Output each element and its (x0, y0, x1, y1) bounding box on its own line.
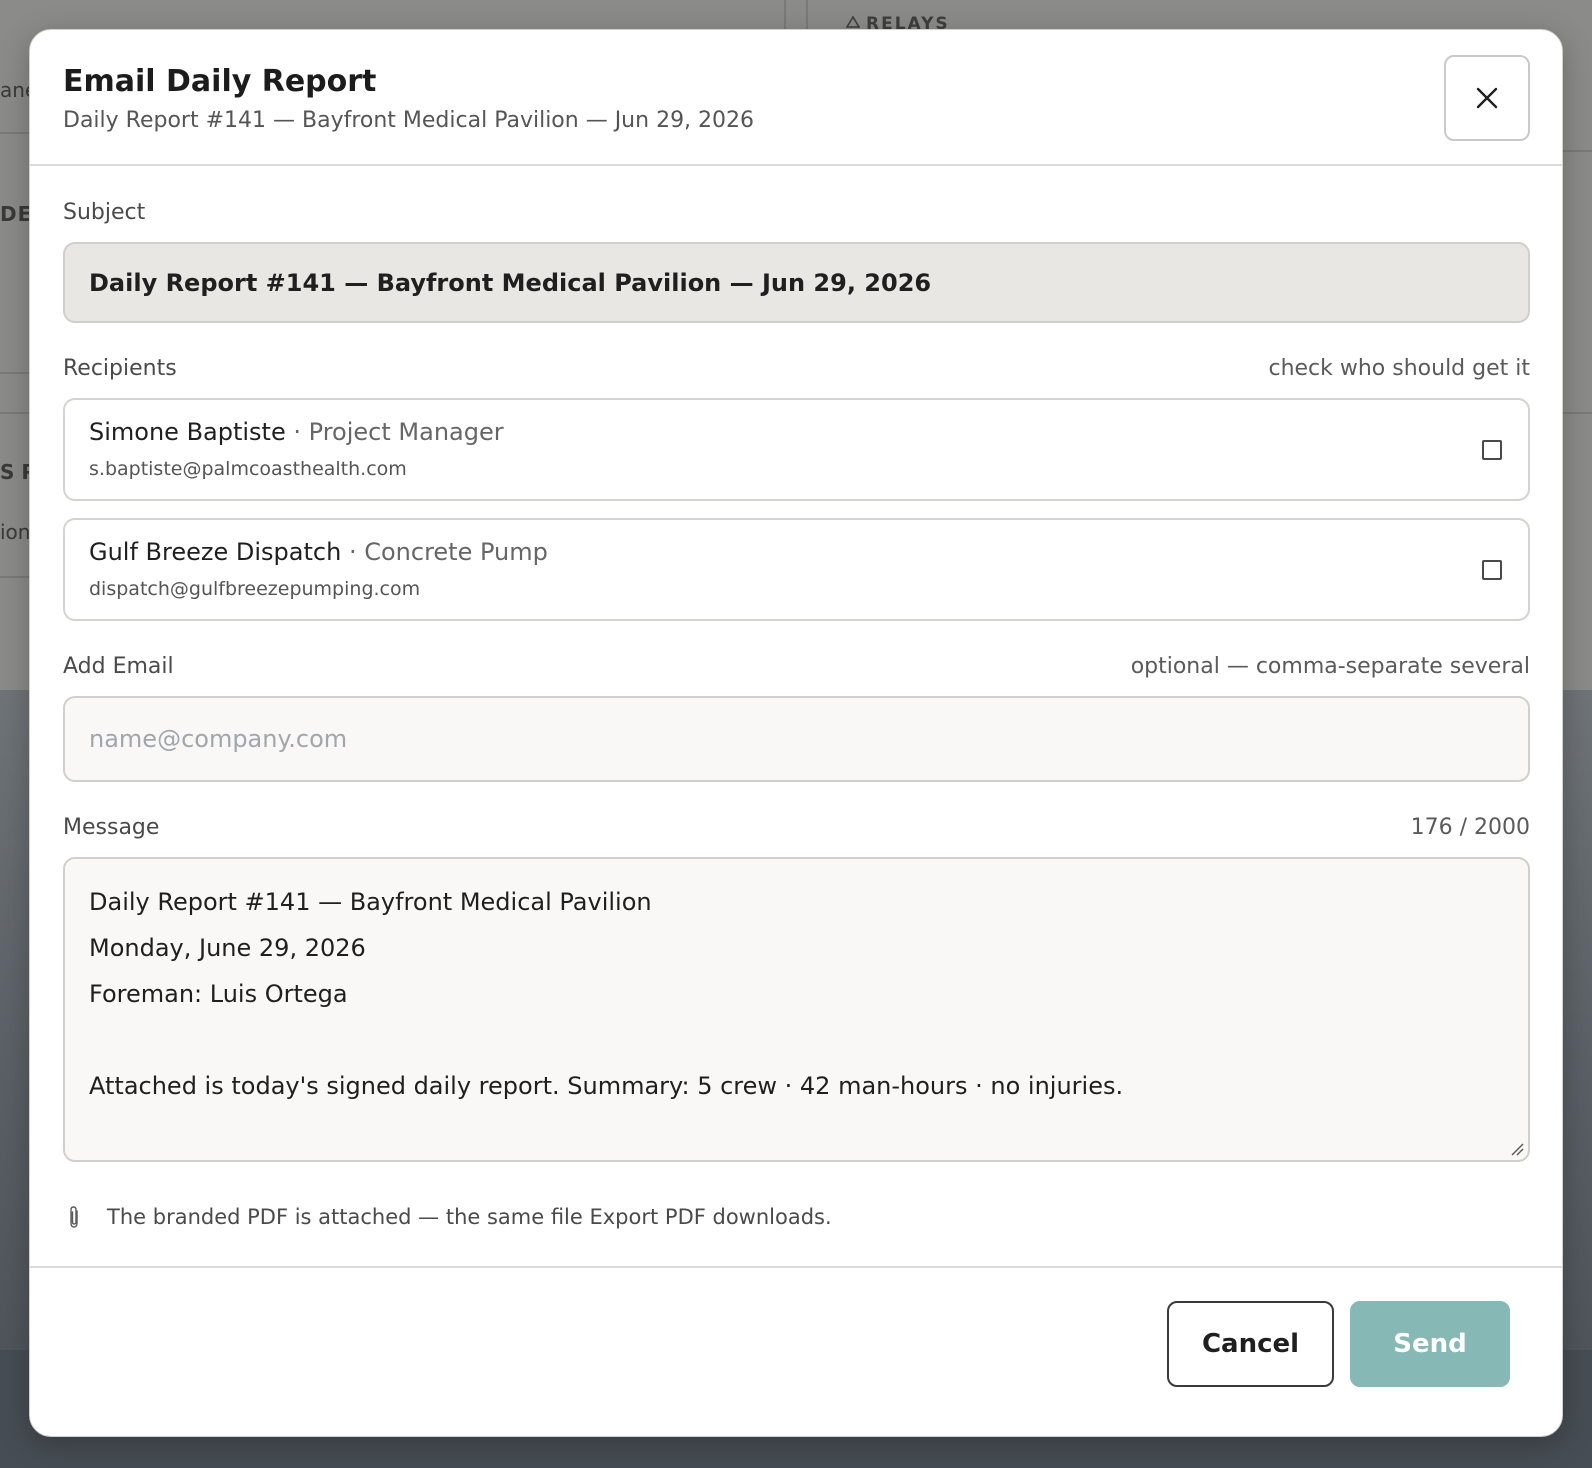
background-divider (0, 576, 30, 578)
recipient-email: dispatch@gulfbreezepumping.com (89, 578, 421, 600)
dialog-header: Email Daily Report Daily Report #141 — B… (30, 30, 1562, 166)
background-divider (0, 412, 30, 414)
paperclip-icon (70, 1206, 78, 1228)
attachment-note-text: The branded PDF is attached — the same f… (107, 1205, 832, 1229)
message-counter: 176 / 2000 (1410, 815, 1530, 840)
subject-field[interactable]: Daily Report #141 — Bayfront Medical Pav… (63, 242, 1530, 323)
recipient-heading: Gulf Breeze Dispatch · Concrete Pump (89, 538, 548, 566)
recipients-label: Recipients (63, 356, 177, 381)
dialog-subtitle: Daily Report #141 — Bayfront Medical Pav… (63, 108, 755, 133)
message-line (89, 1017, 1504, 1063)
send-button[interactable]: Send (1350, 1301, 1510, 1387)
background-divider (0, 372, 30, 374)
recipients-hint: check who should get it (1268, 356, 1530, 381)
dialog-footer: Cancel Send (30, 1266, 1562, 1436)
message-line: Monday, June 29, 2026 (89, 934, 366, 962)
cancel-button[interactable]: Cancel (1167, 1301, 1334, 1387)
attachment-note: The branded PDF is attached — the same f… (63, 1204, 832, 1230)
close-button[interactable] (1444, 55, 1530, 141)
background-divider (806, 0, 808, 30)
background-text: ion (0, 520, 31, 544)
recipient-role: Concrete Pump (364, 538, 548, 566)
dialog-title: Email Daily Report (63, 64, 377, 99)
message-label: Message (63, 815, 160, 840)
add-email-label: Add Email (63, 654, 174, 679)
recipient-separator: · (348, 538, 357, 566)
background-divider (0, 132, 30, 134)
recipient-checkbox[interactable] (1482, 560, 1502, 580)
background-divider (784, 0, 786, 30)
add-email-input[interactable] (63, 696, 1530, 782)
subject-label: Subject (63, 200, 146, 225)
recipient-separator: · (293, 418, 302, 446)
warning-icon (846, 16, 860, 28)
recipient-role: Project Manager (308, 418, 504, 446)
message-line: Attached is today's signed daily report.… (89, 1072, 1124, 1100)
recipient-name: Simone Baptiste (89, 418, 286, 446)
recipient-heading: Simone Baptiste · Project Manager (89, 418, 504, 446)
recipient-name: Gulf Breeze Dispatch (89, 538, 342, 566)
recipient-email: s.baptiste@palmcoasthealth.com (89, 458, 407, 480)
resize-handle-icon[interactable] (1510, 1142, 1524, 1156)
message-line: Foreman: Luis Ortega (89, 980, 348, 1008)
email-report-dialog: Email Daily Report Daily Report #141 — B… (29, 29, 1563, 1437)
message-line: Daily Report #141 — Bayfront Medical Pav… (89, 888, 652, 916)
recipient-checkbox[interactable] (1482, 440, 1502, 460)
close-icon (1476, 87, 1498, 109)
message-textarea[interactable]: Daily Report #141 — Bayfront Medical Pav… (63, 857, 1530, 1162)
recipient-row[interactable]: Simone Baptiste · Project Manager s.bapt… (63, 398, 1530, 501)
cancel-button-label: Cancel (1201, 1329, 1300, 1359)
subject-value: Daily Report #141 — Bayfront Medical Pav… (89, 268, 932, 297)
send-button-label: Send (1393, 1329, 1467, 1359)
recipient-row[interactable]: Gulf Breeze Dispatch · Concrete Pump dis… (63, 518, 1530, 621)
add-email-hint: optional — comma-separate several (1130, 654, 1530, 679)
